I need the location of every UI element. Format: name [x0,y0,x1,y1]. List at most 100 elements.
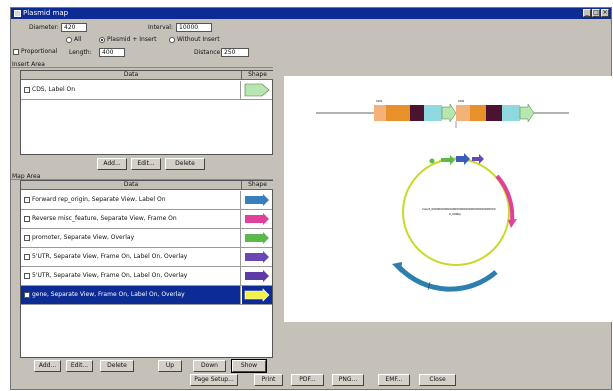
map-row-6-checkbox[interactable]: ✓ [24,291,30,298]
radio-plasmid-insert-indicator [99,36,105,43]
plasmid-map-window: Plasmid map _ □ × Diameter: 420 Interval… [10,7,613,390]
map-row-6[interactable]: ✓ gene, Separate View, Frame On, Label On… [21,286,272,305]
map-row-1-shape [242,191,272,209]
map-edit-button[interactable]: Edit... [66,360,93,372]
map-add-button[interactable]: Add... [34,360,61,372]
png-button[interactable]: PNG... [332,374,364,386]
linear-label-2: CDS [458,99,464,103]
linear-segment [424,105,442,121]
linear-segment [374,105,386,121]
shape-arrow-3 [245,232,269,244]
linear-segment [456,105,470,121]
map-row-2[interactable]: Reverse misc_feature, Separate View, Fra… [21,210,272,229]
insert-delete-button[interactable]: Delete [165,158,205,170]
map-row-4-checkbox[interactable] [24,253,30,260]
map-row-3-data: promoter, Separate View, Overlay [21,229,241,247]
linear-segment [441,103,457,123]
proportional-checkbox[interactable]: Proportional [13,48,57,55]
insert-col-shape: Shape [242,71,273,80]
linear-segment [502,105,520,121]
misc-feature-arrowhead [508,219,517,228]
map-delete-button[interactable]: Delete [100,360,134,372]
linear-insert-map: CDS CDS [374,99,535,128]
interval-input[interactable]: 10000 [176,23,212,32]
shape-arrow-5 [245,270,269,282]
map-row-3-checkbox[interactable] [24,234,30,241]
radio-plasmid-insert-label: Plasmid + Insert [107,36,157,43]
map-row-1-label: Forward rep_origin, Separate View, Label… [32,196,166,203]
distance-label: Distance: [194,49,223,56]
promoter-dot [429,158,435,164]
map-col-shape: Shape [242,181,273,190]
close-icon[interactable]: × [601,9,609,17]
proportional-label: Proportional [21,48,58,55]
map-row-3-label: promoter, Separate View, Overlay [32,234,135,241]
radio-without-insert[interactable]: Without Insert [169,36,220,43]
linear-label-1: CDS [376,99,382,103]
shape-arrow-2 [245,213,269,225]
distance-input[interactable]: 250 [221,48,249,57]
close-button[interactable]: Close [419,374,456,386]
maximize-icon[interactable]: □ [592,9,600,17]
promoter-arrow [441,155,455,165]
plasmid-preview-canvas: CDS CDS Insert_0000000000000000000000000… [284,76,613,322]
length-input[interactable]: 400 [99,48,125,57]
insert-add-button[interactable]: Add... [97,158,127,170]
map-row-4-shape [242,248,272,266]
diameter-input[interactable]: 420 [61,23,87,32]
map-row-2-label: Reverse misc_feature, Separate View, Fra… [32,215,177,222]
linear-segment [519,103,535,123]
insert-row[interactable]: CDS, Label On [21,81,272,100]
radio-all-indicator [66,36,72,43]
plasmid-preview-svg: CDS CDS Insert_0000000000000000000000000… [316,99,569,292]
map-row-4[interactable]: 5'UTR, Separate View, Frame On, Label On… [21,248,272,267]
radio-all[interactable]: All [66,36,81,43]
map-row-5-data: 5'UTR, Separate View, Frame On, Label On… [21,267,241,285]
title-bar: Plasmid map _ □ × [11,8,611,19]
insert-row-checkbox[interactable] [24,86,30,93]
linear-segment [386,105,410,121]
emf-button[interactable]: EMF... [378,374,410,386]
pdf-button[interactable]: PDF... [291,374,324,386]
print-button[interactable]: Print [254,374,283,386]
app-icon [14,10,21,17]
insert-row-data: CDS, Label On [21,81,241,99]
linear-segment [486,105,502,121]
map-row-5-label: 5'UTR, Separate View, Frame On, Label On… [32,272,188,279]
map-row-1-data: Forward rep_origin, Separate View, Label… [21,191,241,209]
map-up-button[interactable]: Up [158,360,182,372]
map-row-3-shape [242,229,272,247]
map-row-4-label: 5'UTR, Separate View, Frame On, Label On… [32,253,188,260]
map-row-1-checkbox[interactable] [24,196,30,203]
map-row-1[interactable]: Forward rep_origin, Separate View, Label… [21,191,272,210]
map-row-3[interactable]: promoter, Separate View, Overlay [21,229,272,248]
center-label-1: Insert_000000000000000000000000000000000… [422,207,496,211]
insert-shape-arrow [244,83,270,97]
page-setup-button[interactable]: Page Setup... [190,374,238,386]
insert-grid: Data Shape CDS, Label On [20,70,273,155]
insert-row-label: CDS, Label On [32,86,76,93]
insert-area-divider [11,67,273,68]
utr-arrow-1 [456,153,470,165]
map-row-2-data: Reverse misc_feature, Separate View, Fra… [21,210,241,228]
map-row-5-checkbox[interactable] [24,272,30,279]
radio-plasmid-insert[interactable]: Plasmid + Insert [99,36,156,43]
radio-all-label: All [74,36,82,43]
map-col-data: Data [21,181,242,190]
insert-row-shape [242,81,272,99]
window-controls: _ □ × [583,9,609,17]
minimize-icon[interactable]: _ [583,9,591,17]
radio-without-insert-indicator [169,36,175,43]
center-label-2: 0_000bp [449,212,461,216]
map-down-button[interactable]: Down [193,360,226,372]
shape-arrow-6 [244,288,270,302]
window-title: Plasmid map [23,9,69,17]
map-show-button[interactable]: Show [231,359,267,373]
insert-edit-button[interactable]: Edit... [131,158,161,170]
map-row-2-checkbox[interactable] [24,215,30,222]
insert-col-data: Data [21,71,242,80]
rep-origin-arc [398,266,498,292]
shape-arrow-1 [245,194,269,206]
map-row-5[interactable]: 5'UTR, Separate View, Frame On, Label On… [21,267,272,286]
rep-origin-arrowhead [392,262,402,273]
